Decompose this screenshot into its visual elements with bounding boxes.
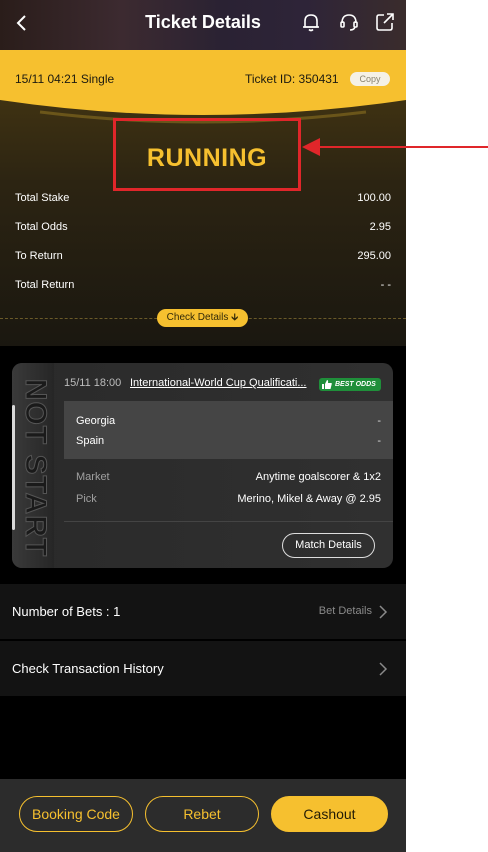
bottom-action-bar: Booking Code Rebet Cashout [0,779,406,852]
pick-value: Merino, Mikel & Away @ 2.95 [237,493,381,505]
match-details-button[interactable]: Match Details [282,533,375,558]
ticket-date-type: 15/11 04:21 Single [15,72,115,86]
app-screen: Ticket Details 15/11 04:21 Single Ticket [0,0,406,852]
pick-label: Pick [76,493,97,505]
thumbs-up-icon [322,380,332,389]
team-home-score: - [377,415,381,427]
transaction-history-label: Check Transaction History [12,661,164,676]
summary-label: Total Return [15,279,75,291]
teams-panel: Georgia - Spain - [64,401,393,459]
share-icon[interactable] [374,11,396,33]
chevron-right-icon [379,605,388,619]
bet-details-link[interactable]: Bet Details [319,605,372,617]
best-odds-badge: BEST ODDS [319,378,381,391]
cashout-button[interactable]: Cashout [271,796,388,832]
market-value: Anytime goalscorer & 1x2 [255,471,381,483]
check-details-label: Check Details [166,312,229,323]
team-away: Spain [76,435,105,447]
number-of-bets-row[interactable]: Number of Bets : 1 Bet Details [0,584,406,639]
copy-button[interactable]: Copy [350,72,390,86]
market-label: Market [76,471,110,483]
summary-value: 295.00 [357,250,391,262]
annotation-arrow [302,138,488,156]
summary-label: To Return [15,250,63,262]
divider [64,521,393,522]
summary-value: 100.00 [357,192,391,204]
ticket-status: RUNNING [146,144,268,172]
chevron-right-icon [379,662,388,676]
match-card: NOT START 15/11 18:00 International-Worl… [12,363,393,568]
team-away-score: - [377,435,381,447]
check-details-button[interactable]: Check Details 🡳 [157,309,248,327]
summary-label: Total Stake [15,192,70,204]
ticket-header-band: 15/11 04:21 Single Ticket ID: 350431 Cop… [0,50,406,128]
match-name-link[interactable]: International-World Cup Qualificati... [130,377,312,389]
best-odds-label: BEST ODDS [335,381,376,388]
header-bar: Ticket Details [0,0,406,50]
headset-icon[interactable] [338,11,360,33]
bets-count-label: Number of Bets : 1 [12,604,121,619]
status-indicator-bar [12,405,15,530]
bell-icon[interactable] [300,11,322,33]
summary-label: Total Odds [15,221,68,233]
summary-value: - - [380,279,391,291]
match-status-label: NOT START [19,378,53,558]
summary-value: 2.95 [369,221,391,233]
rebet-button[interactable]: Rebet [145,796,259,832]
ticket-id: Ticket ID: 350431 [245,72,339,86]
transaction-history-row[interactable]: Check Transaction History [0,641,406,696]
team-home: Georgia [76,415,116,427]
ticket-summary-card: 15/11 04:21 Single Ticket ID: 350431 Cop… [0,50,406,346]
booking-code-button[interactable]: Booking Code [19,796,133,832]
double-chevron-down-icon: 🡳 [231,312,239,323]
match-time: 15/11 18:00 [64,377,122,389]
